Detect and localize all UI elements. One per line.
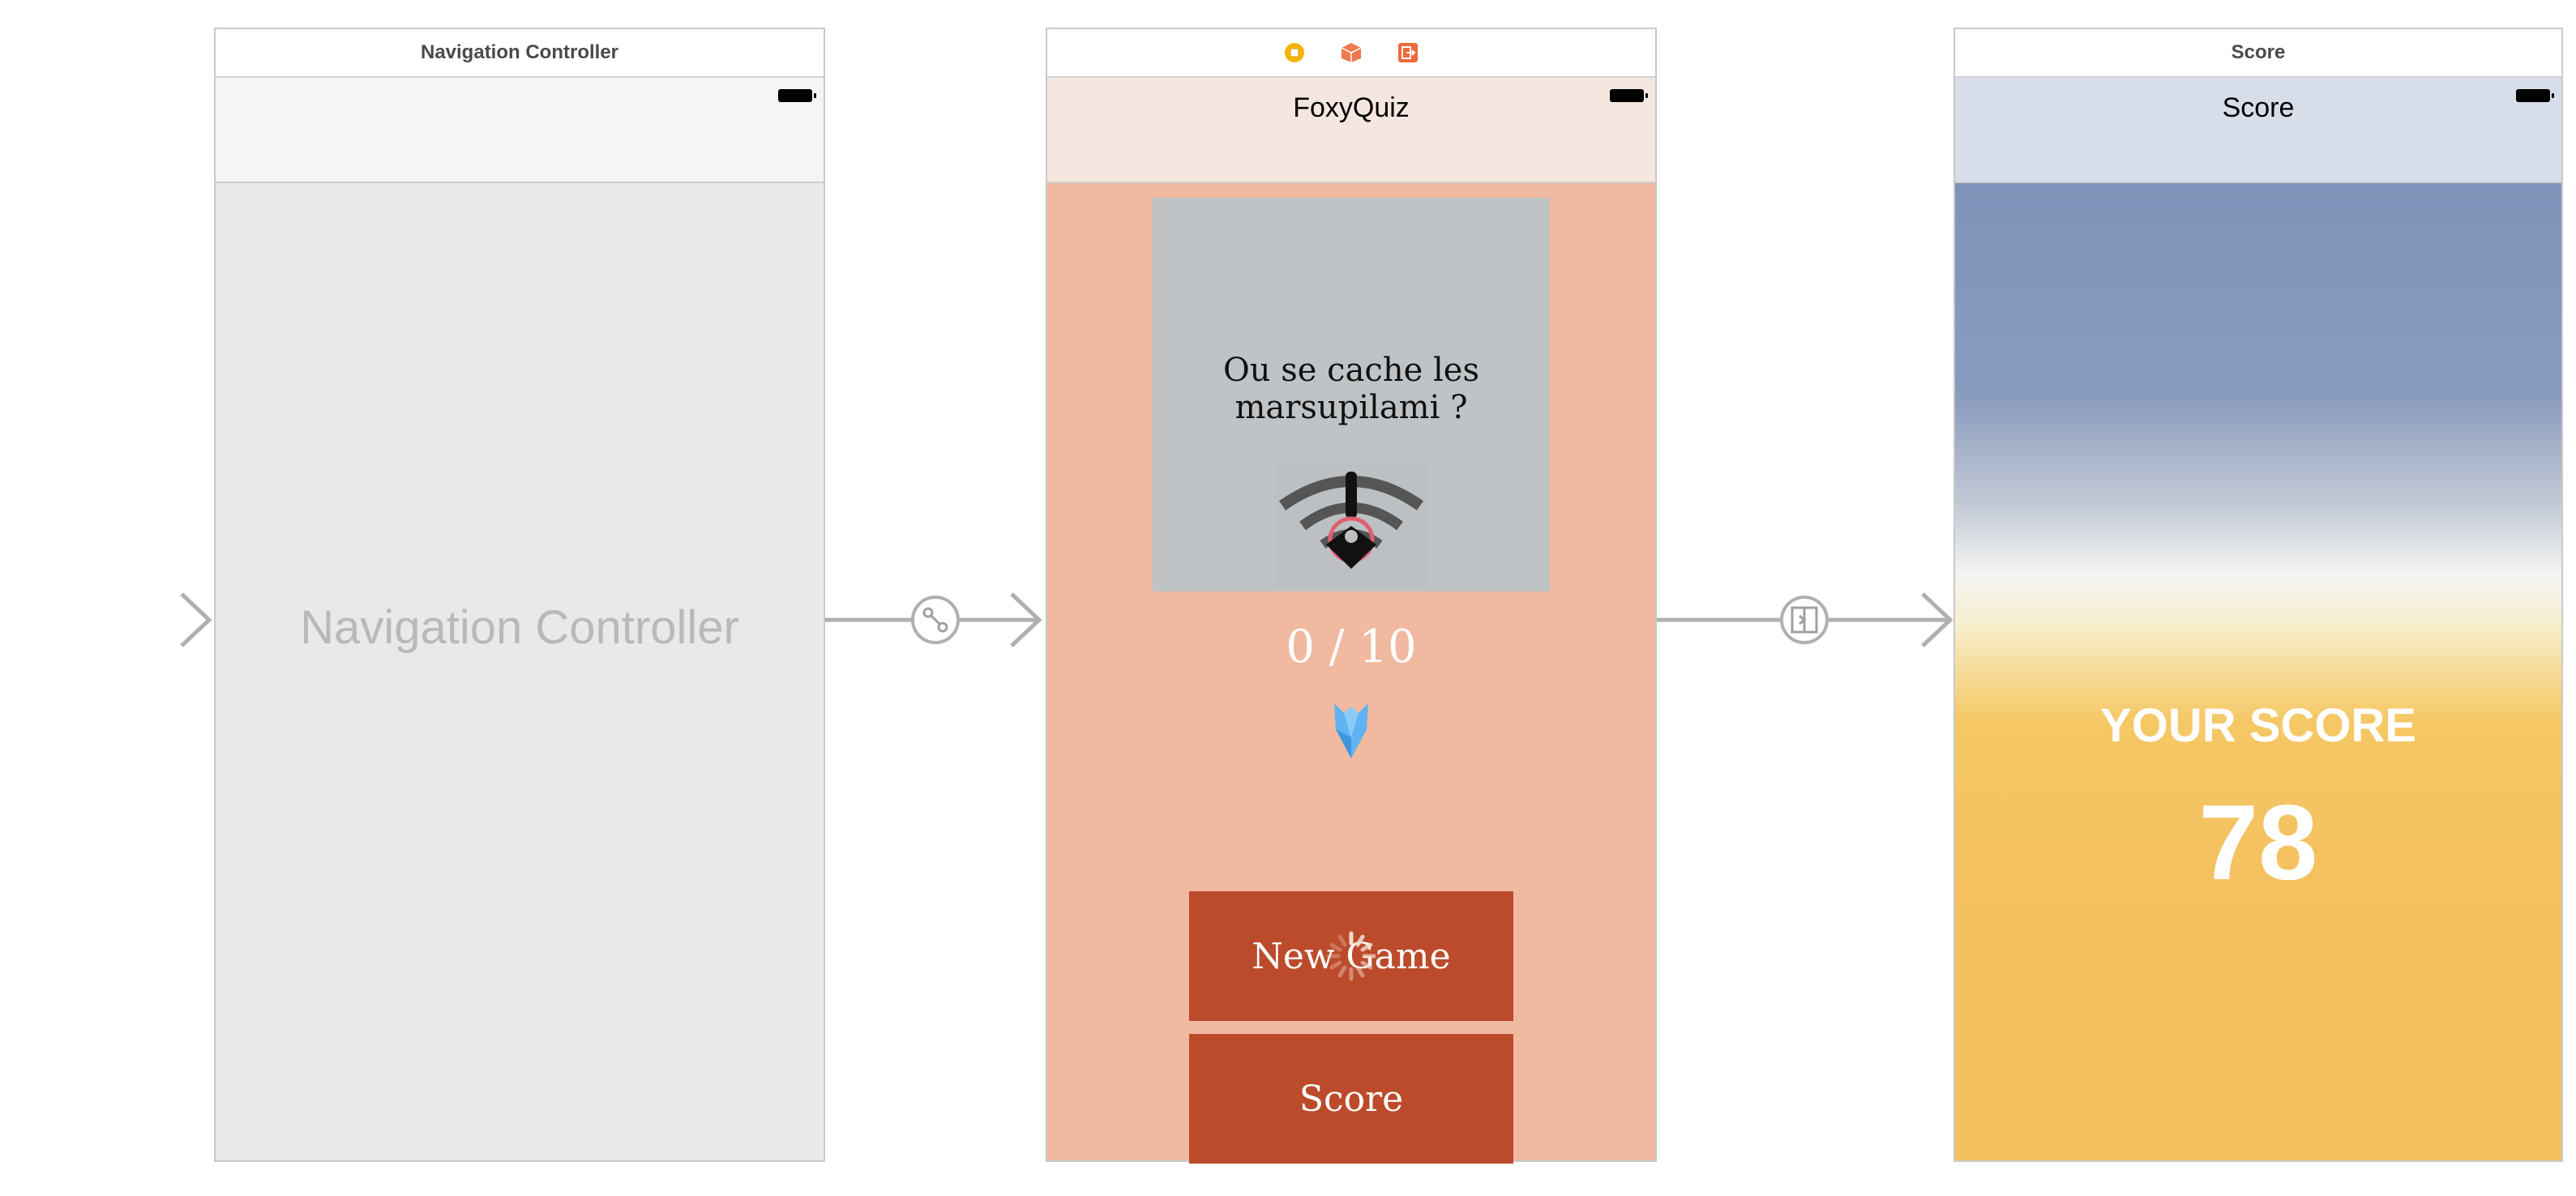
battery-icon (778, 89, 816, 102)
root-view-controller-segue[interactable] (825, 592, 1046, 648)
activity-indicator-icon (1326, 931, 1376, 981)
question-card: Ou se cache les marsupilami ? (1153, 198, 1550, 592)
navigation-controller-label: Navigation Controller (300, 600, 739, 654)
score-button[interactable]: Score (1189, 1034, 1513, 1164)
scene-header[interactable]: Navigation Controller (216, 29, 824, 78)
scene-title: Score (2231, 41, 2286, 63)
quiz-logo-icon (1274, 465, 1428, 587)
view-controller-icon[interactable] (1284, 42, 1305, 63)
score-button-label: Score (1299, 1078, 1404, 1120)
question-text: Ou se cache les marsupilami ? (1223, 352, 1479, 426)
score-value: 78 (2198, 783, 2318, 902)
score-body: YOUR SCORE 78 (1955, 183, 2561, 1160)
scene-header[interactable] (1047, 29, 1655, 78)
navigation-bar (216, 78, 824, 183)
nav-title: FoxyQuiz (1293, 92, 1410, 123)
first-responder-icon[interactable] (1341, 42, 1362, 63)
scene-dock (1284, 42, 1419, 63)
scene-header[interactable]: Score (1955, 29, 2561, 78)
show-segue-icon[interactable] (1780, 596, 1829, 644)
fox-icon (1334, 703, 1368, 758)
nav-title: Score (2222, 92, 2295, 123)
relationship-segue-icon[interactable] (911, 596, 960, 644)
new-game-button[interactable]: New Game (1189, 891, 1513, 1021)
your-score-label: YOUR SCORE (2100, 699, 2416, 752)
navigation-controller-scene[interactable]: Navigation Controller Navigation Control… (214, 28, 825, 1162)
show-segue[interactable] (1657, 592, 1953, 648)
quiz-scene[interactable]: FoxyQuiz Ou se cache les marsupilami ? 0… (1046, 28, 1657, 1164)
navigation-controller-body: Navigation Controller (216, 183, 824, 1160)
score-scene[interactable]: Score Score YOUR SCORE 78 (1953, 28, 2563, 1162)
quiz-body: Ou se cache les marsupilami ? 0 / 10 New… (1047, 183, 1655, 1164)
question-progress: 0 / 10 (1286, 621, 1417, 673)
exit-icon[interactable] (1397, 42, 1419, 63)
entry-point-arrow[interactable] (49, 592, 216, 648)
scene-title: Navigation Controller (420, 41, 619, 63)
